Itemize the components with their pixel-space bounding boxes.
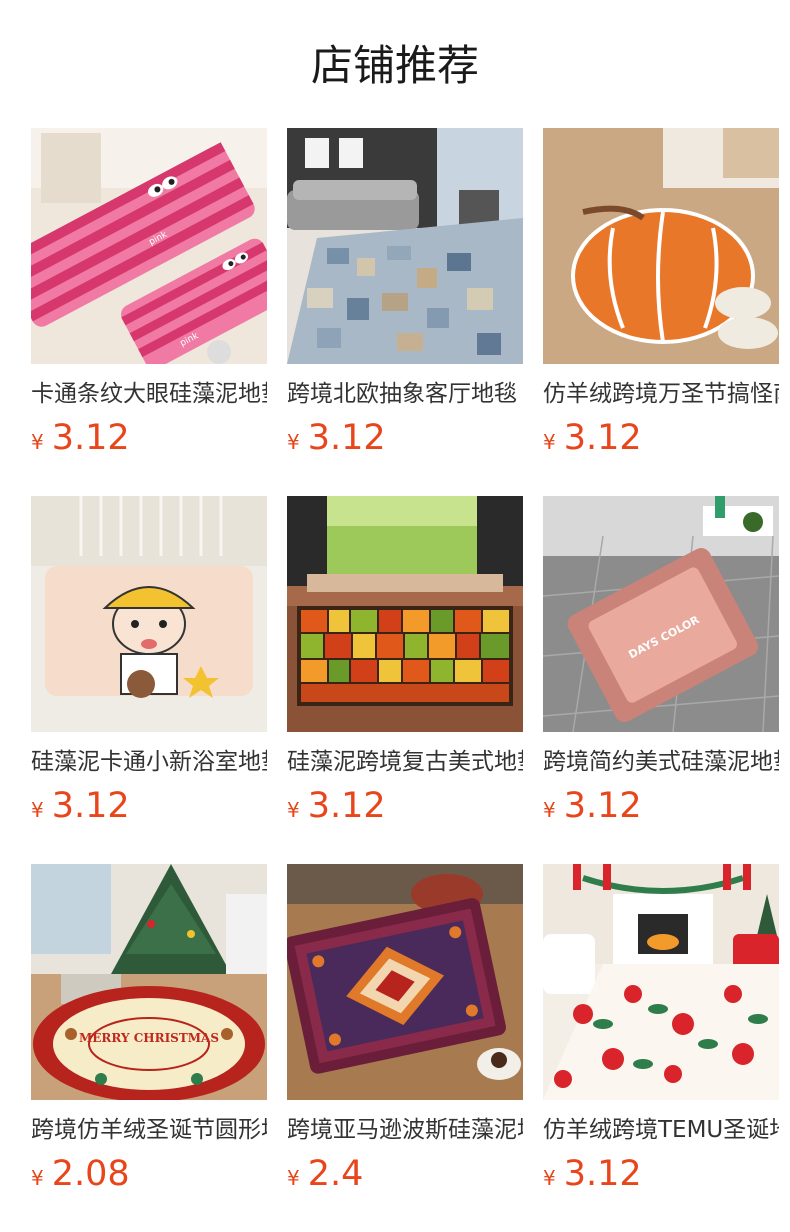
product-image-persian-mat[interactable] (287, 864, 523, 1100)
product-image-pink-striped-mat[interactable]: pink pink (31, 128, 267, 364)
product-image-poinsettia-rug[interactable] (543, 864, 779, 1100)
currency-symbol: ¥ (31, 1166, 44, 1190)
price-value: 2.08 (51, 1154, 130, 1194)
price-value: 2.4 (307, 1154, 364, 1194)
product-price: ¥2.08 (31, 1154, 130, 1194)
page-title: 店铺推荐 (310, 41, 479, 90)
price-value: 3.12 (563, 786, 642, 826)
product-price: ¥3.12 (287, 418, 386, 458)
product-price: ¥2.4 (287, 1154, 363, 1194)
product-name[interactable]: 硅藻泥卡通小新浴室地垫 (31, 744, 267, 780)
price-value: 3.12 (51, 786, 130, 826)
image-label: MERRY CHRISTMAS (79, 1031, 219, 1045)
currency-symbol: ¥ (31, 430, 44, 454)
currency-symbol: ¥ (287, 798, 300, 822)
product-price: ¥3.12 (543, 418, 642, 458)
product-price: ¥3.12 (287, 786, 386, 826)
product-image-abstract-rug[interactable] (287, 128, 523, 364)
product-image-days-color-mat[interactable]: DAYS COLOR (543, 496, 779, 732)
price-value: 3.12 (307, 786, 386, 826)
currency-symbol: ¥ (31, 798, 44, 822)
price-value: 3.12 (563, 418, 642, 458)
product-name[interactable]: 硅藻泥跨境复古美式地垫 (287, 744, 523, 780)
currency-symbol: ¥ (287, 430, 300, 454)
product-name[interactable]: 仿羊绒跨境万圣节搞怪南瓜地垫 (543, 376, 779, 412)
product-price: ¥3.12 (543, 786, 642, 826)
product-name[interactable]: 跨境北欧抽象客厅地毯 (287, 376, 523, 412)
product-name[interactable]: 仿羊绒跨境TEMU圣诞地毯 (543, 1112, 779, 1148)
product-name[interactable]: 跨境亚马逊波斯硅藻泥地垫 (287, 1112, 523, 1148)
currency-symbol: ¥ (287, 1166, 300, 1190)
product-price: ¥3.12 (31, 786, 130, 826)
product-name[interactable]: 跨境简约美式硅藻泥地垫 (543, 744, 779, 780)
product-image-christmas-round-rug[interactable]: MERRY CHRISTMAS (31, 864, 267, 1100)
currency-symbol: ¥ (543, 430, 556, 454)
currency-symbol: ¥ (543, 1166, 556, 1190)
product-price: ¥3.12 (543, 1154, 642, 1194)
product-name[interactable]: 跨境仿羊绒圣诞节圆形地毯 (31, 1112, 267, 1148)
product-image-pumpkin-mat[interactable] (543, 128, 779, 364)
price-value: 3.12 (563, 1154, 642, 1194)
product-price: ¥3.12 (31, 418, 130, 458)
currency-symbol: ¥ (543, 798, 556, 822)
price-value: 3.12 (51, 418, 130, 458)
product-image-stained-glass-mat[interactable] (287, 496, 523, 732)
product-name[interactable]: 卡通条纹大眼硅藻泥地垫 (31, 376, 267, 412)
price-value: 3.12 (307, 418, 386, 458)
product-image-cartoon-bath-mat[interactable] (31, 496, 267, 732)
